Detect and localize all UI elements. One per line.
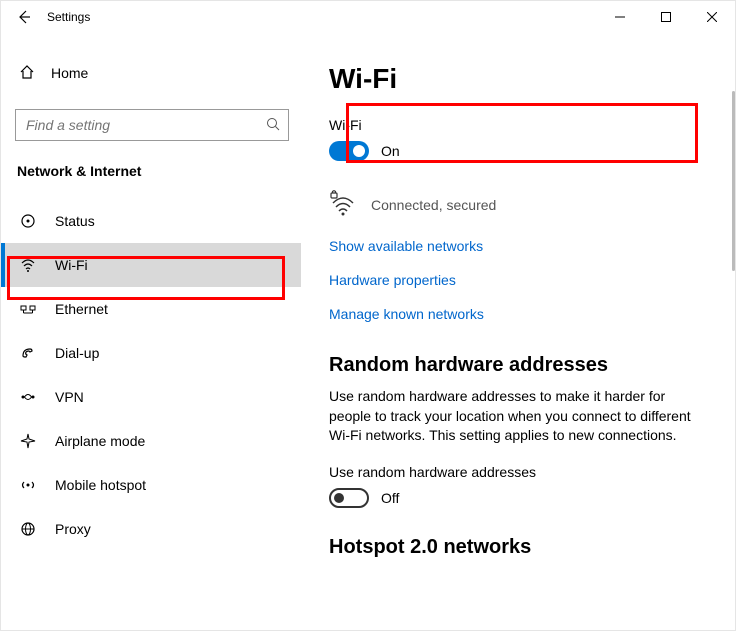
nav-label: Status	[55, 213, 95, 229]
main-content: Wi-Fi Wi-Fi On Connected, secu	[301, 33, 735, 630]
nav-label: VPN	[55, 389, 84, 405]
ethernet-icon	[19, 301, 37, 317]
nav-item-vpn[interactable]: VPN	[1, 375, 301, 419]
home-link[interactable]: Home	[1, 51, 301, 95]
nav-item-status[interactable]: Status	[1, 199, 301, 243]
wifi-secured-icon	[329, 189, 357, 220]
window-title: Settings	[47, 10, 90, 24]
back-button[interactable]	[1, 1, 47, 33]
close-button[interactable]	[689, 1, 735, 33]
proxy-icon	[19, 521, 37, 537]
nav-label: Dial-up	[55, 345, 99, 361]
vpn-icon	[19, 389, 37, 405]
maximize-icon	[661, 12, 671, 22]
home-icon	[19, 64, 35, 83]
nav-item-wifi[interactable]: Wi-Fi	[1, 243, 301, 287]
close-icon	[707, 12, 717, 22]
hotspot-heading: Hotspot 2.0 networks	[329, 536, 707, 559]
wifi-icon	[19, 257, 37, 273]
wifi-toggle-state: On	[381, 143, 400, 159]
connection-status-block[interactable]: Connected, secured	[329, 189, 707, 220]
nav-list: Status Wi-Fi Ethernet	[1, 199, 301, 551]
nav-label: Wi-Fi	[55, 257, 88, 273]
maximize-button[interactable]	[643, 1, 689, 33]
section-title: Network & Internet	[1, 141, 301, 185]
nav-item-airplane[interactable]: Airplane mode	[1, 419, 301, 463]
random-addr-heading: Random hardware addresses	[329, 354, 707, 377]
dialup-icon	[19, 345, 37, 361]
titlebar: Settings	[1, 1, 735, 33]
minimize-icon	[615, 12, 625, 22]
search-box[interactable]	[15, 109, 289, 141]
scrollbar-thumb[interactable]	[732, 91, 735, 271]
page-title: Wi-Fi	[329, 63, 707, 95]
random-toggle-state: Off	[381, 490, 399, 506]
search-input[interactable]	[24, 116, 244, 134]
connection-status-text: Connected, secured	[371, 197, 496, 213]
search-icon	[266, 117, 280, 134]
nav-label: Airplane mode	[55, 433, 145, 449]
random-addr-desc: Use random hardware addresses to make it…	[329, 387, 707, 446]
link-hardware-properties[interactable]: Hardware properties	[329, 272, 707, 288]
wifi-toggle-label: Wi-Fi	[329, 117, 707, 133]
minimize-button[interactable]	[597, 1, 643, 33]
nav-item-dialup[interactable]: Dial-up	[1, 331, 301, 375]
nav-label: Mobile hotspot	[55, 477, 146, 493]
sidebar: Home Network & Internet Status	[1, 33, 301, 630]
home-label: Home	[51, 65, 88, 81]
arrow-left-icon	[16, 9, 32, 25]
nav-label: Ethernet	[55, 301, 108, 317]
nav-label: Proxy	[55, 521, 91, 537]
link-show-networks[interactable]: Show available networks	[329, 238, 707, 254]
wifi-toggle[interactable]	[329, 141, 369, 161]
nav-item-ethernet[interactable]: Ethernet	[1, 287, 301, 331]
random-toggle-label: Use random hardware addresses	[329, 464, 707, 480]
wifi-toggle-block: Wi-Fi On	[329, 113, 707, 165]
random-toggle[interactable]	[329, 488, 369, 508]
airplane-icon	[19, 433, 37, 449]
nav-item-hotspot[interactable]: Mobile hotspot	[1, 463, 301, 507]
status-icon	[19, 213, 37, 229]
link-manage-known[interactable]: Manage known networks	[329, 306, 707, 322]
nav-item-proxy[interactable]: Proxy	[1, 507, 301, 551]
hotspot-icon	[19, 477, 37, 493]
